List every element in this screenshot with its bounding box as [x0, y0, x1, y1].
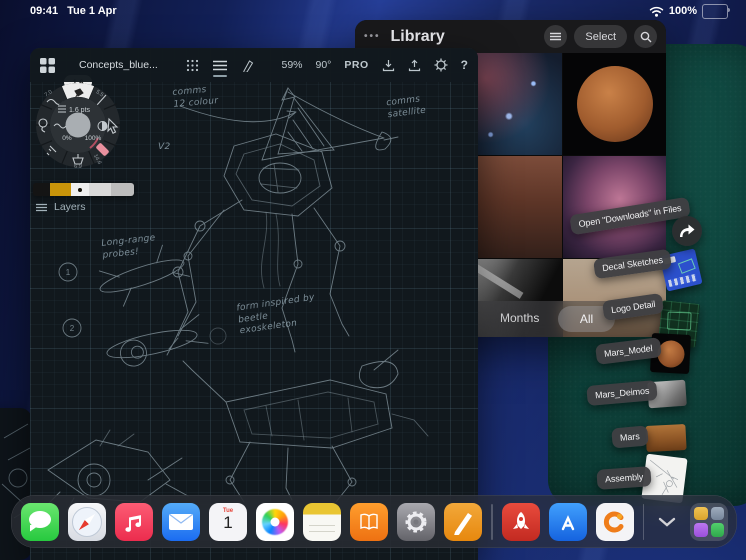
sketch-pen-app-icon[interactable] [444, 502, 482, 541]
view-options-icon[interactable] [544, 25, 568, 48]
lower-mech-sketch [182, 349, 429, 503]
wheel-knob[interactable] [65, 112, 91, 138]
zoom-level[interactable]: 59% [281, 59, 302, 71]
swatch-gray[interactable] [111, 183, 134, 196]
opacity-max: 100% [85, 135, 102, 142]
status-bar: 09:41 Tue 1 Apr 100% [0, 0, 746, 22]
forward-arrow-icon [680, 224, 695, 237]
books-app-icon[interactable] [350, 502, 388, 541]
app-library-mini-2 [710, 506, 724, 520]
concepts-app-icon[interactable] [595, 502, 634, 541]
dock-collapse-chevron[interactable] [653, 503, 681, 541]
settings-app-icon[interactable] [397, 502, 435, 541]
music-app-icon[interactable] [115, 502, 153, 541]
search-icon[interactable] [634, 25, 657, 48]
tool-wheel[interactable]: 1.6 1.6 pts [32, 74, 126, 174]
annotation-comms-satellite: comms satellite [385, 94, 427, 120]
select-button[interactable]: Select [574, 25, 627, 48]
probe-sketches [58, 244, 227, 367]
mars-globe-image [576, 66, 653, 142]
annotation-top-left: comms 12 colour [172, 85, 219, 110]
opacity-min: 0% [62, 135, 72, 142]
photos-app-icon[interactable] [256, 502, 294, 541]
library-title: Library [390, 27, 445, 45]
app-library-mini-3 [694, 523, 708, 537]
pro-badge[interactable]: PRO [344, 59, 368, 71]
tab-months[interactable]: Months [500, 311, 539, 325]
drag-label-mars[interactable]: Mars [611, 425, 649, 449]
dock-divider [491, 503, 493, 540]
app-library-icon[interactable] [690, 502, 728, 541]
battery-icon [702, 3, 730, 19]
help-button[interactable]: ? [461, 58, 468, 72]
layers-label: Layers [54, 201, 86, 213]
marker-2: 2 [70, 324, 75, 333]
layers-panel-icon[interactable] [212, 60, 227, 77]
settings-gear-icon[interactable] [434, 58, 448, 72]
swatch-lightgray[interactable] [89, 183, 111, 196]
dock: Tue 1 [11, 495, 737, 548]
layers-button[interactable]: Layers [36, 201, 86, 213]
share-forward-button[interactable] [672, 216, 702, 246]
messages-app-icon[interactable] [21, 502, 59, 541]
date: Tue 1 Apr [67, 5, 117, 17]
mail-app-icon[interactable] [162, 502, 200, 541]
layers-icon [36, 203, 47, 211]
concepts-app-window: 1 2 comms 12 colour comms satellite V2 L… [30, 48, 478, 560]
selected-swatch-dot [78, 187, 82, 192]
size-fill: 6.9 [74, 164, 82, 170]
safari-app-icon[interactable] [68, 502, 106, 541]
drag-label-assembly[interactable]: Assembly [596, 466, 652, 490]
app-library-mini-4 [710, 523, 724, 537]
stroke-width-label: 1.6 pts [69, 107, 91, 114]
dock-divider [642, 503, 644, 540]
precision-grid-icon[interactable] [186, 59, 199, 72]
more-options-button[interactable]: ••• [364, 31, 381, 42]
app-library-mini-1 [694, 506, 708, 520]
clock: 09:41 [30, 5, 59, 17]
annotation-version: V2 [158, 142, 171, 152]
swatch-black[interactable] [33, 183, 50, 196]
battery-percent: 100% [668, 5, 697, 17]
wifi-icon [649, 6, 664, 17]
document-title[interactable]: Concepts_blue... [79, 59, 158, 71]
satellite-boom [470, 262, 524, 299]
thumb-mars[interactable] [645, 423, 687, 453]
ipad-screen: Months All ••• Library Select 1 2 comms … [0, 0, 746, 560]
app-grid-icon[interactable] [40, 57, 55, 73]
swatch-gold[interactable] [50, 183, 71, 196]
rocket-app-icon[interactable] [501, 502, 540, 541]
export-icon[interactable] [408, 59, 421, 72]
notes-app-icon[interactable] [303, 502, 341, 541]
calendar-app-icon[interactable]: Tue 1 [209, 502, 247, 541]
rotation-value[interactable]: 90° [316, 59, 332, 71]
app-store-icon[interactable] [548, 502, 587, 541]
pen-settings-icon[interactable] [241, 59, 254, 72]
marker-1: 1 [66, 268, 71, 277]
concepts-toolbar: Concepts_blue... 59% 90° PRO ? [30, 48, 478, 82]
photo-mars-globe[interactable] [563, 53, 666, 155]
color-swatch-bar [33, 183, 134, 196]
swatch-white-selected[interactable] [71, 183, 89, 196]
calendar-day: 1 [223, 512, 233, 532]
import-icon[interactable] [382, 59, 395, 72]
